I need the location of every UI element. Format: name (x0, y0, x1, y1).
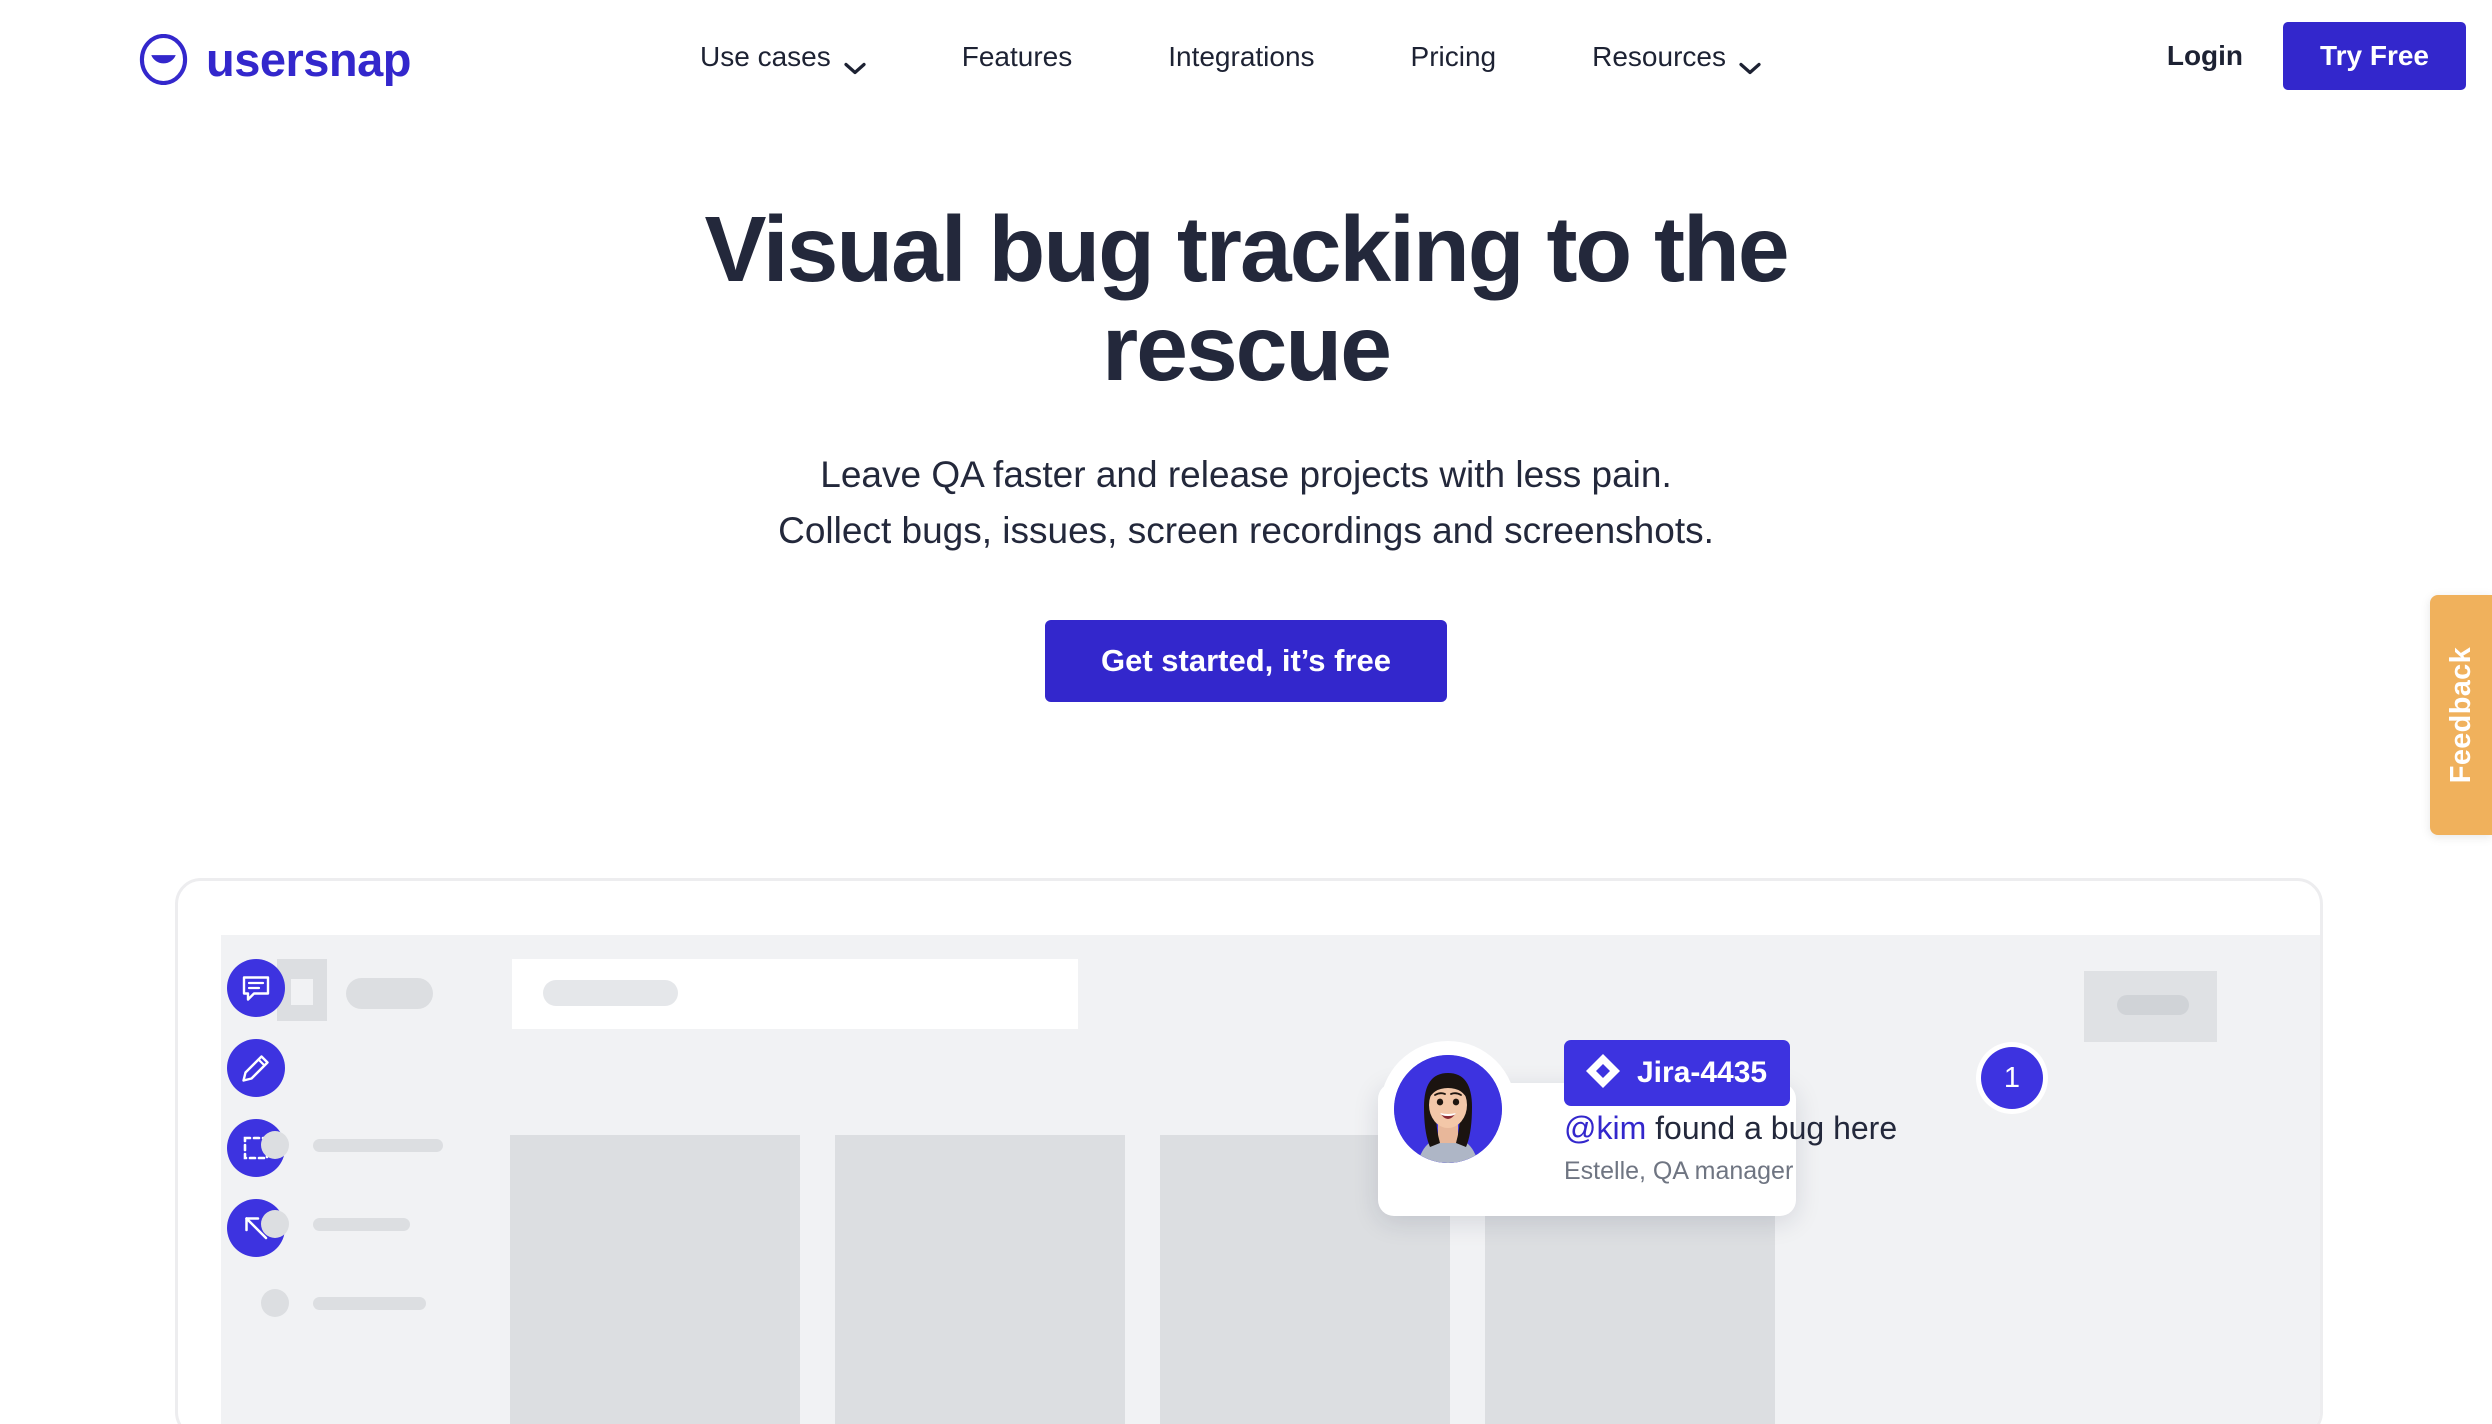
list-item-text-placeholder (313, 1296, 426, 1310)
nav-label: Integrations (1168, 41, 1315, 72)
jira-issue-badge[interactable]: Jira-4435 (1564, 1040, 1791, 1106)
feedback-tab-label: Feedback (2444, 646, 2477, 784)
comment-message: found a bug here (1646, 1110, 1898, 1146)
nav-label: Features (961, 41, 1073, 72)
usersnap-smile-circle-icon (138, 34, 189, 85)
hero-section: Visual bug tracking to the rescue Leave … (0, 200, 2492, 702)
site-header: usersnap Use cases Features Integrations… (0, 0, 2492, 136)
list-item-avatar-placeholder (261, 1289, 289, 1317)
nav-label: Use cases (700, 41, 831, 72)
comment-count-badge[interactable]: 1 (1981, 1047, 2043, 1109)
nav-item-use-cases[interactable]: Use cases (700, 41, 914, 75)
app-mockup-canvas (221, 935, 2320, 1424)
list-item-text-placeholder (313, 1138, 443, 1152)
list-item-avatar-placeholder (261, 1131, 289, 1159)
list-item-text-placeholder (313, 1217, 410, 1231)
try-free-button[interactable]: Try Free (2283, 22, 2466, 90)
comment-author-meta: Estelle, QA manager (1564, 1157, 1794, 1186)
comment-tool-button[interactable] (227, 959, 285, 1017)
list-item (261, 1131, 443, 1159)
hero-subtitle-line-2: Collect bugs, issues, screen recordings … (778, 510, 1714, 552)
chevron-down-icon (1739, 52, 1761, 75)
app-mockup-frame (175, 878, 2323, 1424)
mockup-top-right-placeholder (2084, 971, 2217, 1042)
landing-page: usersnap Use cases Features Integrations… (0, 0, 2492, 1424)
brand-name: usersnap (206, 33, 411, 86)
card-placeholder (510, 1135, 800, 1424)
feedback-tab-button[interactable]: Feedback (2430, 595, 2492, 835)
avatar (1394, 1055, 1502, 1163)
pencil-icon (240, 1052, 272, 1084)
comment-count-value: 1 (2003, 1061, 2021, 1094)
get-started-button[interactable]: Get started, it’s free (1044, 619, 1447, 702)
header-actions: Login Try Free (2127, 22, 2466, 90)
nav-item-resources[interactable]: Resources (1544, 41, 1809, 75)
jira-diamond-icon (1584, 1052, 1622, 1095)
draw-tool-button[interactable] (227, 1039, 285, 1097)
primary-nav: Use cases Features Integrations Pricing … (700, 41, 1809, 75)
comment-mention[interactable]: @kim (1564, 1110, 1646, 1146)
user-avatar-photo (1394, 1055, 1502, 1163)
comment-text: @kim found a bug here (1564, 1110, 1898, 1146)
nav-label: Pricing (1410, 41, 1497, 72)
nav-label: Resources (1592, 41, 1726, 72)
hero-cta-wrapper: Get started, it’s free (0, 619, 2492, 702)
hero-subtitle: Leave QA faster and release projects wit… (0, 447, 2492, 559)
jira-issue-key: Jira-4435 (1637, 1056, 1768, 1089)
card-placeholder (835, 1135, 1125, 1424)
mockup-search-bar-placeholder (512, 959, 1078, 1029)
list-item (261, 1289, 443, 1317)
chevron-down-icon (844, 52, 866, 75)
comment-bubble-icon (240, 972, 272, 1004)
comment-body: @kim found a bug here Estelle, QA manage… (1564, 1110, 1898, 1186)
mockup-nav-placeholder (346, 978, 433, 1009)
nav-item-features[interactable]: Features (914, 43, 1121, 71)
list-item-avatar-placeholder (261, 1210, 289, 1238)
hero-subtitle-line-1: Leave QA faster and release projects wit… (820, 454, 1672, 496)
list-item (261, 1210, 443, 1238)
nav-item-pricing[interactable]: Pricing (1363, 43, 1545, 71)
login-link[interactable]: Login (2127, 42, 2283, 70)
nav-item-integrations[interactable]: Integrations (1120, 43, 1362, 71)
mockup-list (261, 1131, 443, 1317)
brand-logo-link[interactable]: usersnap (138, 34, 411, 85)
page-title: Visual bug tracking to the rescue (704, 197, 1789, 400)
